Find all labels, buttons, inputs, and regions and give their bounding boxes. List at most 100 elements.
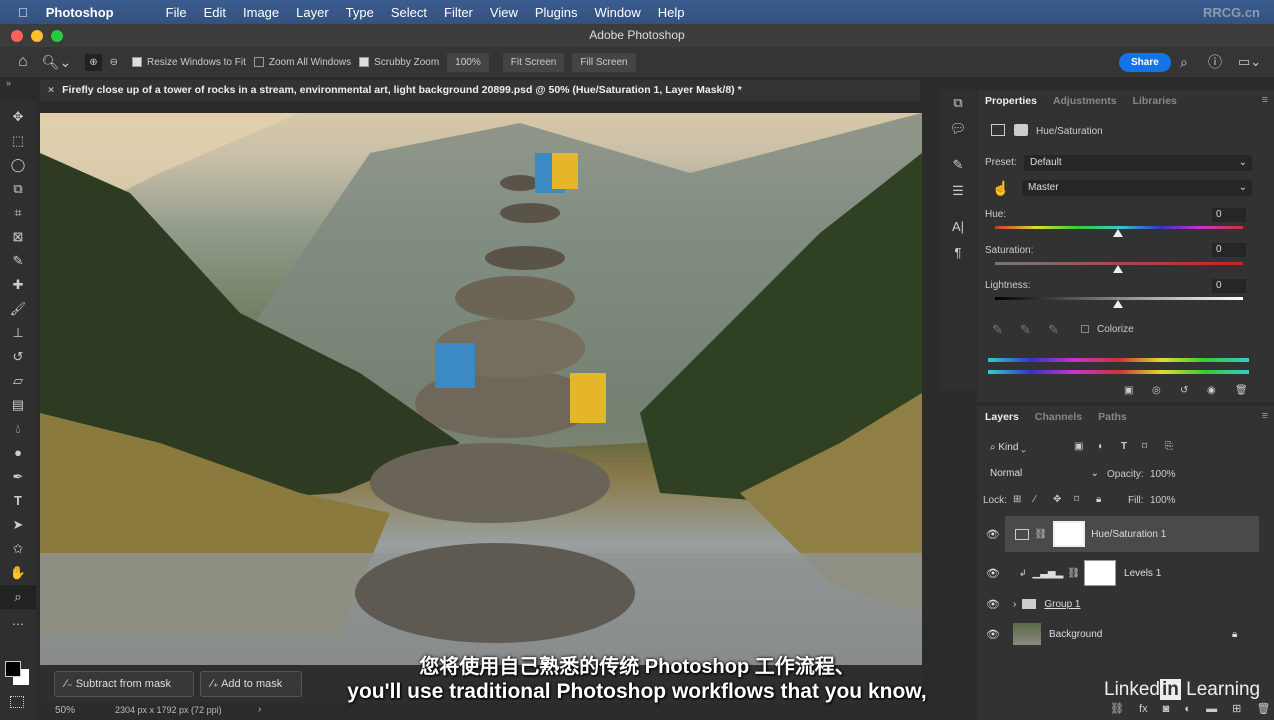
expand-panels-icon[interactable]: » [6,78,11,88]
layers-menu-icon[interactable]: ≡ [1262,410,1268,422]
path-select-tool-icon[interactable]: ➤ [0,513,36,537]
panel-menu-icon[interactable]: ≡ [1262,94,1268,106]
app-menu[interactable]: Photoshop [46,5,114,20]
delete-icon[interactable]: 🗑︎ [1235,385,1248,396]
hand-tool-icon[interactable]: ✋ [0,561,36,585]
fill-input[interactable]: 100% [1150,495,1176,506]
new-group-icon[interactable]: ▬ [1206,703,1217,715]
layer-row[interactable]: 👁︎ ⛓︎ Hue/Saturation 1 [977,516,1259,552]
zoom-window-button[interactable] [51,30,63,42]
preset-dropdown[interactable]: Default ⌄ [1024,155,1252,171]
lightness-input[interactable]: 0 [1212,279,1246,293]
layer-filter-dropdown[interactable]: ⌕ Kind ⌄ [984,440,1062,456]
menu-edit[interactable]: Edit [204,5,226,20]
move-tool-icon[interactable]: ✥ [0,105,36,129]
shape-tool-icon[interactable]: ✩ [0,537,36,561]
new-adjustment-icon[interactable]: ◐ [1184,703,1191,715]
layer-mask-thumbnail[interactable] [1084,560,1117,586]
reset-icon[interactable]: ↺ [1180,385,1188,396]
type-tool-icon[interactable]: T [0,489,36,513]
close-window-button[interactable] [11,30,23,42]
menu-plugins[interactable]: Plugins [535,5,578,20]
tab-layers[interactable]: Layers [977,411,1027,423]
filter-pixel-icon[interactable]: ▣ [1074,441,1083,452]
eyedropper-icon[interactable]: ✎ [992,322,1003,338]
menu-window[interactable]: Window [594,5,640,20]
workspace-icon[interactable]: ▭⌄ [1238,54,1261,70]
lock-pixels-icon[interactable]: ∕ [1034,494,1036,505]
gradient-tool-icon[interactable]: ▤ [0,393,36,417]
character-panel-icon[interactable]: A| [940,214,976,240]
lock-position-icon[interactable]: ✥ [1053,494,1061,505]
comments-panel-icon[interactable]: 💬︎ [940,116,976,142]
add-mask-icon[interactable]: ◙ [1163,703,1170,715]
healing-tool-icon[interactable]: ✚ [0,273,36,297]
layer-mask-thumbnail[interactable] [1053,521,1086,547]
menu-help[interactable]: Help [658,5,685,20]
tab-libraries[interactable]: Libraries [1125,95,1185,107]
expand-group-icon[interactable]: › [1013,599,1016,610]
view-previous-icon[interactable]: ◎ [1152,385,1161,396]
mask-icon[interactable] [1014,124,1028,136]
pen-tool-icon[interactable]: ✒ [0,465,36,489]
tab-adjustments[interactable]: Adjustments [1045,95,1125,107]
apple-icon[interactable]:  [18,5,28,20]
tab-channels[interactable]: Channels [1027,411,1090,423]
marquee-tool-icon[interactable]: ⬚ [0,129,36,153]
hue-slider-thumb[interactable] [1113,229,1123,237]
saturation-slider-thumb[interactable] [1113,265,1123,273]
foreground-color-swatch[interactable] [5,661,21,677]
fit-screen-button[interactable]: Fit Screen [502,52,565,72]
channel-dropdown[interactable]: Master ⌄ [1022,180,1252,196]
menu-file[interactable]: File [166,5,187,20]
fill-screen-button[interactable]: Fill Screen [572,52,636,72]
eye-icon[interactable]: 👁︎ [981,628,1005,641]
blur-tool-icon[interactable]: 💧︎ [0,417,36,441]
colorize-checkbox[interactable] [1081,325,1089,333]
eye-icon[interactable]: 👁︎ [981,528,1005,541]
object-select-tool-icon[interactable]: ⧉ [0,177,36,201]
link-icon[interactable]: ⛓︎ [1035,529,1048,540]
paragraph-panel-icon[interactable]: ¶ [940,240,976,266]
lasso-tool-icon[interactable]: ◯ [0,153,36,177]
zoom-tool-icon[interactable]: 🔍︎⌄ [42,54,72,71]
share-button[interactable]: Share [1119,52,1171,72]
status-chevron-icon[interactable]: › [258,704,261,715]
eye-icon[interactable]: 👁︎ [981,567,1005,580]
zoom-level[interactable]: 50% [55,705,75,716]
filter-type-icon[interactable]: T [1121,441,1127,452]
lock-all-icon[interactable]: 🔒︎ [1096,494,1101,505]
eye-icon[interactable]: 👁︎ [981,598,1005,611]
filter-adjustment-icon[interactable]: ◐ [1098,441,1104,452]
brushes-panel-icon[interactable]: ✎ [940,152,976,178]
brush-tool-icon[interactable]: 🖌︎ [0,297,36,321]
lightness-slider-thumb[interactable] [1113,300,1123,308]
menu-select[interactable]: Select [391,5,427,20]
link-layers-icon[interactable]: ⛓︎ [1110,703,1124,715]
adjust-panel-icon[interactable]: ☰ [940,178,976,204]
lock-artboard-icon[interactable]: ⌑ [1074,494,1079,505]
eyedropper-minus-icon[interactable]: ✎ [1048,322,1059,338]
stamp-tool-icon[interactable]: ⊥ [0,321,36,345]
resize-windows-checkbox[interactable]: Resize Windows to Fit [131,57,246,68]
document-canvas[interactable] [40,113,922,665]
zoom-tool-icon[interactable]: ⌕ [0,585,36,609]
menu-type[interactable]: Type [346,5,374,20]
frame-tool-icon[interactable]: ⊠ [0,225,36,249]
targeted-adjustment-icon[interactable]: ☝ [992,180,1009,197]
eyedropper-plus-icon[interactable]: ✎ [1020,322,1031,338]
new-layer-icon[interactable]: ⊞ [1232,703,1241,715]
menu-layer[interactable]: Layer [296,5,329,20]
minimize-window-button[interactable] [31,30,43,42]
menu-filter[interactable]: Filter [444,5,473,20]
clip-to-layer-icon[interactable]: ▣ [1124,385,1133,396]
delete-layer-icon[interactable]: 🗑︎ [1256,703,1270,715]
scrubby-zoom-checkbox[interactable]: Scrubby Zoom [359,57,439,68]
document-tab[interactable]: × Firefly close up of a tower of rocks in… [40,80,920,101]
layer-row[interactable]: 👁︎ Background 🔒︎ [977,616,1259,652]
hue-input[interactable]: 0 [1212,208,1246,222]
link-icon[interactable]: ⛓︎ [1067,568,1080,579]
opacity-input[interactable]: 100% [1150,469,1176,480]
history-brush-icon[interactable]: ↺ [0,345,36,369]
search-icon[interactable]: ⌕ [1180,54,1188,71]
